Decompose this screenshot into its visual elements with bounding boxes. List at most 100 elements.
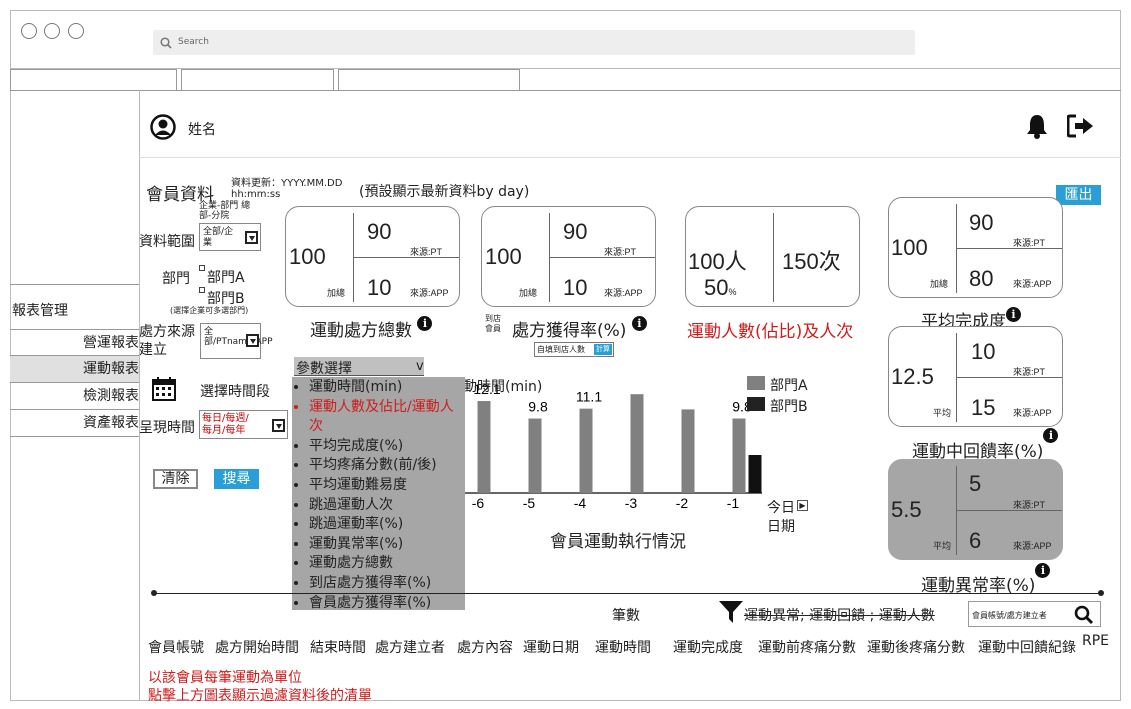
bar-dept-a[interactable] — [477, 401, 491, 493]
param-select[interactable]: 參數選擇 v — [294, 357, 424, 377]
user-avatar-icon[interactable] — [150, 114, 176, 140]
table-search[interactable]: 會員帳號/處方建立者 — [968, 601, 1101, 627]
table-column-header[interactable]: 運動前疼痛分數 — [758, 637, 856, 657]
browser-tab-3[interactable] — [338, 69, 520, 91]
total-title-text: 運動處方總數 — [310, 321, 412, 341]
export-button[interactable]: 匯出 — [1056, 185, 1101, 205]
bar-dept-a[interactable] — [528, 418, 542, 493]
clear-button[interactable]: 清除 — [153, 469, 198, 489]
table-column-header[interactable]: 處方開始時間 — [215, 637, 299, 657]
table-column-header[interactable]: 處方建立者 — [375, 637, 445, 657]
bell-icon[interactable] — [1025, 113, 1049, 139]
magnifier-icon[interactable] — [1074, 605, 1094, 625]
logout-icon[interactable] — [1067, 114, 1095, 138]
dept-b-checkbox[interactable] — [199, 287, 205, 293]
table-column-header[interactable]: 會員帳號 — [148, 637, 204, 657]
sidebar-item-test[interactable]: 檢測報表 — [10, 383, 139, 410]
param-option[interactable]: 運動時間(min) — [309, 378, 465, 398]
display-time-select[interactable]: 每日/每週/每月/每年 — [199, 410, 288, 439]
info-icon[interactable]: i — [417, 316, 433, 331]
search-button[interactable]: 搜尋 — [214, 469, 259, 489]
sidebar-item-exercise[interactable]: 運動報表 — [10, 356, 139, 383]
completion-main-sub: 加總 — [930, 279, 949, 289]
table-column-header[interactable]: 運動完成度 — [673, 637, 743, 657]
window-minimize-dot[interactable] — [44, 23, 60, 39]
info-icon[interactable]: i — [1006, 307, 1021, 322]
sidebar-item-asset[interactable]: 資產報表 — [10, 410, 139, 437]
table-column-header[interactable]: 運動日期 — [523, 637, 579, 657]
param-option[interactable]: 平均疼痛分數(前/後) — [309, 456, 465, 476]
table-column-header[interactable]: 運動中回饋紀錄 — [978, 637, 1076, 657]
exercise-times: 150次 — [782, 249, 841, 274]
bar-dept-a[interactable] — [681, 409, 695, 493]
completion-main-value: 100 — [891, 235, 928, 260]
card-avg-completion[interactable]: 100 加總 90 來源:PT 80 來源:APP — [888, 197, 1063, 298]
search-placeholder: Search — [178, 37, 209, 47]
legend-swatch-dept-b — [747, 397, 765, 411]
table-note-1: 以該會員每筆運動為單位 — [148, 670, 302, 686]
card-abnormal-rate[interactable]: 5.5 平均 5 來源:PT 6 來源:APP — [888, 459, 1063, 560]
param-dropdown[interactable]: 運動時間(min)運動人數及佔比/運動人次平均完成度(%)平均疼痛分數(前/後)… — [292, 377, 465, 611]
info-icon[interactable]: i — [1035, 563, 1051, 578]
card-divider — [354, 257, 459, 258]
browser-tab-1[interactable] — [10, 69, 177, 91]
completion-app-value: 80 — [969, 266, 994, 291]
param-option[interactable]: 運動異常率(%) — [309, 535, 465, 555]
abnormal-app-source: 來源:APP — [1013, 541, 1052, 551]
param-option[interactable]: 到店處方獲得率(%) — [309, 574, 465, 594]
search-bar[interactable]: Search — [153, 30, 915, 55]
param-option[interactable]: 運動處方總數 — [309, 554, 465, 574]
window-maximize-dot[interactable] — [68, 23, 84, 39]
info-icon[interactable]: i — [1043, 428, 1059, 443]
store-count-input[interactable]: 自填到店人數 計算 — [534, 342, 614, 357]
bar-dept-a[interactable] — [579, 408, 593, 493]
abnormal-app-value: 6 — [969, 528, 982, 553]
sidebar-divider — [139, 90, 140, 701]
calculate-button[interactable]: 計算 — [594, 344, 612, 355]
param-option[interactable]: 平均運動難易度 — [309, 476, 465, 496]
active-filters[interactable]: 運動異常; 運動回饋 ; 運動人數 — [744, 605, 935, 625]
rate-pt-value: 90 — [563, 219, 588, 244]
card-prescription-rate[interactable]: 100 加總 90 來源:PT 10 來源:APP — [481, 206, 656, 307]
table-column-header[interactable]: RPE — [1082, 633, 1109, 649]
card-exercise-people[interactable]: 100人 50% 150次 — [685, 206, 860, 307]
bar-dept-a[interactable] — [630, 394, 644, 493]
table-note-2: 點擊上方圖表顯示過濾資料後的清單 — [148, 688, 372, 704]
card-feedback-rate[interactable]: 12.5 平均 10 來源:PT 15 來源:APP — [888, 326, 1063, 427]
table-column-header[interactable]: 處方內容 — [457, 637, 513, 657]
table-column-header[interactable]: 結束時間 — [310, 637, 366, 657]
param-option[interactable]: 平均完成度(%) — [309, 437, 465, 457]
rate-title: 處方獲得率(%) i — [512, 316, 647, 341]
filter-icon[interactable] — [718, 600, 744, 624]
today-label: 今日 — [767, 500, 795, 516]
completion-pt-value: 90 — [969, 210, 994, 235]
people-percent-unit: % — [728, 287, 737, 297]
feedback-main-value: 12.5 — [891, 364, 934, 389]
card-total-prescriptions[interactable]: 100 加總 90 來源:PT 10 來源:APP — [285, 206, 460, 307]
calendar-icon[interactable] — [152, 377, 176, 401]
param-option[interactable]: 跳過運動率(%) — [309, 515, 465, 535]
table-column-header[interactable]: 運動時間 — [595, 637, 651, 657]
table-column-header[interactable]: 運動後疼痛分數 — [867, 637, 965, 657]
info-icon[interactable]: i — [631, 316, 647, 331]
source-select[interactable]: 全部/PTname/APP — [200, 323, 273, 359]
total-main-value: 100 — [289, 244, 326, 269]
param-option[interactable]: 跳過運動人次 — [309, 496, 465, 516]
bar-dept-a[interactable] — [732, 418, 746, 493]
param-option[interactable]: 會員處方獲得率(%) — [309, 594, 465, 614]
dept-a-checkbox[interactable] — [199, 265, 205, 271]
abnormal-main-value: 5.5 — [891, 497, 922, 522]
sidebar-item-operations[interactable]: 營運報表 — [10, 330, 139, 356]
bar-dept-b[interactable] — [748, 455, 762, 493]
people-percent-value: 50 — [704, 275, 729, 300]
next-arrow-icon[interactable]: ▶ — [797, 500, 808, 511]
range-select[interactable]: 全部/企業 — [199, 223, 261, 251]
browser-tab-2[interactable] — [181, 69, 334, 91]
window-close-dot[interactable] — [21, 23, 37, 39]
display-time-label: 呈現時間 — [139, 420, 195, 436]
dept-a-label: 部門A — [207, 270, 245, 286]
display-time-value: 每日/每週/每月/每年 — [202, 413, 249, 436]
sidebar-title: 報表管理 — [12, 303, 68, 319]
total-app-value: 10 — [367, 275, 392, 300]
param-option[interactable]: 運動人數及佔比/運動人次 — [309, 398, 465, 437]
